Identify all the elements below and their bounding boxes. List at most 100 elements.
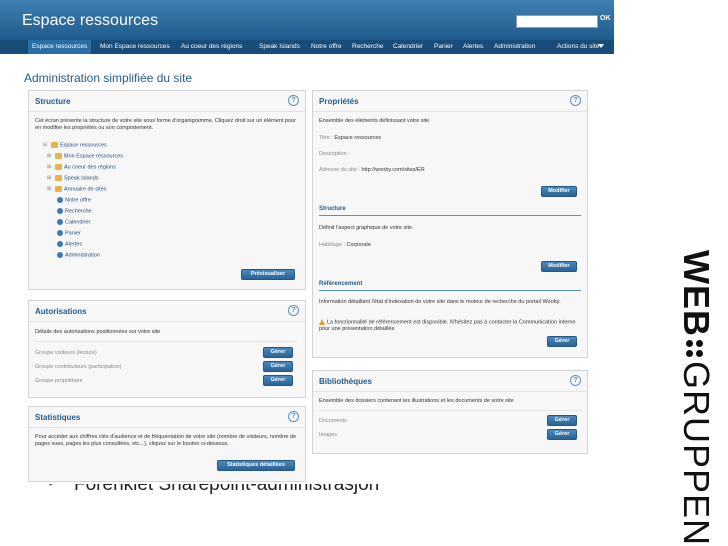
tree-expander[interactable]: ⊞ [47, 164, 51, 170]
tree-item[interactable]: Calendrier [57, 219, 90, 225]
search-ok-button[interactable]: OK [600, 15, 611, 22]
tree-item[interactable]: Mon Espace ressources [55, 153, 123, 159]
proprietes-title: Propriétés [319, 97, 359, 106]
tree-expander[interactable]: ⊞ [47, 186, 51, 192]
previsualiser-button[interactable]: Prévisualiser [241, 269, 295, 280]
site-icon [55, 175, 62, 181]
nav-item-recherche[interactable]: Recherche [352, 40, 383, 54]
webgruppen-logo: WEB GRUPPEN [640, 250, 728, 546]
structure-description: Cet écran présente la structure de votre… [35, 118, 296, 131]
help-icon[interactable]: ? [288, 305, 299, 316]
bibliotheques-description: Ensemble des dossiers contenant les illu… [319, 398, 514, 404]
tree-item[interactable]: Au coeur des régions [55, 164, 116, 170]
site-icon [55, 153, 62, 159]
bibliotheques-panel: Bibliothèques ? Ensemble des dossiers co… [312, 370, 588, 454]
tree-item[interactable]: Panier [57, 230, 81, 236]
site-icon [55, 186, 62, 192]
tree-item[interactable]: Administration [57, 252, 100, 258]
referencement-description: Information détaillant l'état d'indexati… [319, 299, 561, 305]
help-icon[interactable]: ? [288, 411, 299, 422]
nav-item-speak-islands[interactable]: Speak Islands [259, 40, 300, 54]
groupe-visiteurs-label: Groupe visiteurs (lecture) [35, 350, 97, 356]
referencement-subtitle: Référencement [319, 281, 363, 287]
structure-panel: Structure ? Cet écran présente la struct… [28, 90, 306, 290]
search-input[interactable] [516, 15, 598, 28]
tree-expander[interactable]: ⊞ [47, 153, 51, 159]
gerer-visiteurs-button[interactable]: Gérer [263, 347, 293, 358]
nav-item-administration[interactable]: Administration [494, 40, 535, 54]
tree-label: Administration [65, 252, 100, 259]
structure-subtitle: Structure [319, 206, 346, 212]
gerer-documents-button[interactable]: Gérer [547, 415, 577, 426]
tree-label: Espace ressources [60, 142, 107, 149]
tree-expander[interactable]: ⊞ [47, 175, 51, 181]
autorisations-description: Détails des autorisations positionnées s… [35, 329, 161, 335]
page-icon [57, 219, 63, 225]
tree-item[interactable]: Espace ressources [51, 142, 107, 148]
nav-item-espace-ressources[interactable]: Espace ressources [28, 40, 92, 54]
titre-field: Titre : Espace ressources [319, 135, 381, 141]
tree-item[interactable]: Speak Islands [55, 175, 99, 181]
site-icon [51, 142, 58, 148]
logo-gruppen: GRUPPEN [676, 361, 717, 546]
autorisations-panel: Autorisations ? Détails des autorisation… [28, 300, 306, 398]
statistiques-description: Pour accéder aux chiffres clés d'audienc… [35, 434, 297, 447]
logo-web: WEB [676, 250, 717, 337]
modifier-proprietes-button[interactable]: Modifier [541, 186, 577, 197]
tree-label: Alertes [65, 241, 83, 248]
top-banner: Espace ressources OK [0, 0, 614, 40]
titre-label: Titre : [319, 135, 333, 141]
tree-item[interactable]: Annuaire de sites [55, 186, 107, 192]
habillage-label: Habillage : [319, 242, 345, 248]
gerer-images-button[interactable]: Gérer [547, 429, 577, 440]
help-icon[interactable]: ? [288, 95, 299, 106]
divider [319, 215, 581, 216]
autorisations-title: Autorisations [35, 307, 87, 316]
structure-title: Structure [35, 97, 71, 106]
sharepoint-screenshot: Espace ressources OK Espace ressources M… [0, 0, 614, 484]
adresse-value: http://wooby.com/sites/ER [361, 167, 425, 173]
page-icon [57, 208, 63, 214]
site-actions-menu[interactable]: Actions du site [557, 40, 599, 54]
page-icon [57, 230, 63, 236]
gerer-referencement-button[interactable]: Gérer [547, 336, 577, 347]
page-title: Administration simplifiée du site [24, 71, 193, 85]
page-icon [57, 197, 63, 203]
tree-item[interactable]: Recherche [57, 208, 92, 214]
referencement-warning: La fonctionnalité de référencement est d… [319, 319, 581, 333]
groupe-proprietaire-label: Groupe propriétaire [35, 378, 83, 384]
tree-label: Speak Islands [64, 175, 99, 182]
tree-label: Panier [65, 230, 81, 237]
tree-expander[interactable]: ⊟ [43, 142, 47, 148]
nav-item-alertes[interactable]: Alertes [463, 40, 483, 54]
tree-item[interactable]: Alertes [57, 241, 82, 247]
page-icon [57, 241, 63, 247]
chevron-down-icon [598, 44, 604, 48]
tree-item[interactable]: Notre offre [57, 197, 91, 203]
nav-item-au-coeur[interactable]: Au coeur des régions [181, 40, 242, 54]
documents-label: Documents [319, 418, 347, 424]
nav-bar: Espace ressources Mon Espace ressources … [0, 40, 614, 54]
gerer-proprietaire-button[interactable]: Gérer [263, 375, 293, 386]
habillage-field: Habillage : Corporate [319, 242, 371, 248]
nav-item-mon-espace[interactable]: Mon Espace ressources [100, 40, 170, 54]
modifier-structure-button[interactable]: Modifier [541, 261, 577, 272]
referencement-warning-text: La fonctionnalité de référencement est d… [319, 319, 576, 333]
statistiques-detaillees-button[interactable]: Statistiques détaillées [217, 460, 295, 471]
nav-item-panier[interactable]: Panier [434, 40, 453, 54]
description-label: Description : [319, 151, 350, 157]
divider [319, 410, 581, 411]
structure-graphic-description: Définit l'aspect graphique de votre site… [319, 225, 414, 231]
warning-icon [319, 319, 325, 325]
tree-label: Calendrier [65, 219, 91, 226]
help-icon[interactable]: ? [570, 95, 581, 106]
tree-label: Recherche [65, 208, 92, 215]
bibliotheques-title: Bibliothèques [319, 377, 372, 386]
gerer-contributeurs-button[interactable]: Gérer [263, 361, 293, 372]
divider [35, 341, 297, 342]
nav-item-calendrier[interactable]: Calendrier [393, 40, 423, 54]
habillage-value: Corporate [346, 242, 371, 248]
tree-label: Au coeur des régions [64, 164, 116, 171]
nav-item-notre-offre[interactable]: Notre offre [311, 40, 342, 54]
help-icon[interactable]: ? [570, 375, 581, 386]
